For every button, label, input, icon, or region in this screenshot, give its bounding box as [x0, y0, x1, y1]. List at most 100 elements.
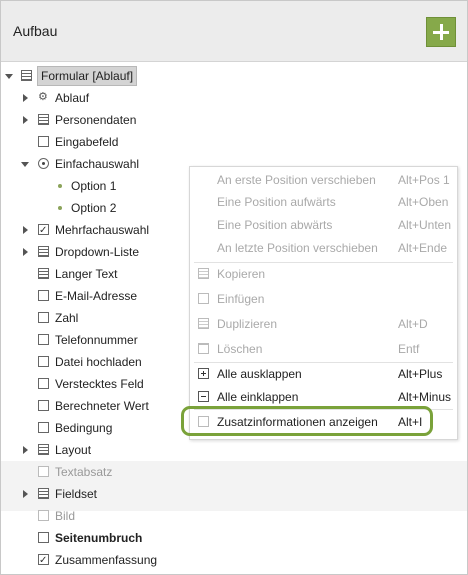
menu-item-collapse-all[interactable]: Alle einklappen Alt+Minus [190, 386, 457, 408]
tree-item-zusammenfassung[interactable]: Zusammenfassung [1, 549, 467, 572]
menu-item-move-last[interactable]: An letzte Position verschieben Alt+Ende [190, 237, 457, 259]
add-button[interactable] [426, 17, 456, 47]
paste-icon [198, 293, 209, 304]
expand-right-icon[interactable] [23, 446, 28, 454]
tree-item-label: Telefonnummer [55, 333, 138, 347]
workflow-icon: ⚙ [38, 91, 49, 103]
menu-item-shortcut: Alt+D [398, 317, 428, 331]
tree-item-label: Berechneter Wert [55, 399, 149, 413]
tree-item-label: Bedingung [55, 421, 113, 435]
tree-item-option-2[interactable]: Option 2 [1, 197, 181, 219]
tree-item-bild[interactable]: Bild [1, 505, 181, 527]
phone-icon [38, 334, 49, 345]
tree-item-zahl[interactable]: Zahl [1, 307, 181, 329]
radio-icon [38, 158, 49, 169]
menu-item-duplicate[interactable]: Duplizieren Alt+D [190, 313, 457, 335]
fieldset-icon [38, 488, 49, 499]
tree-item-bedingung[interactable]: Bedingung [1, 417, 181, 439]
tree-item-label: Eingabefeld [55, 135, 119, 149]
expand-right-icon[interactable] [23, 116, 28, 124]
tree-item-label: Datei hochladen [55, 355, 142, 369]
tree-item-label: Zusammenfassung [55, 553, 158, 567]
expand-right-icon[interactable] [23, 226, 28, 234]
fieldgroup-icon [38, 114, 49, 125]
menu-item-label: Eine Position aufwärts [217, 195, 336, 209]
menu-item-shortcut: Entf [398, 342, 420, 356]
tree-item-dropdown-liste[interactable]: Dropdown-Liste [1, 241, 181, 263]
menu-item-move-down[interactable]: Eine Position abwärts Alt+Unten [190, 214, 457, 236]
tree-item-label: Fieldset [55, 487, 98, 501]
tree-item-eingabefeld[interactable]: Eingabefeld [1, 131, 467, 153]
textfield-icon [38, 136, 49, 147]
number-icon [38, 312, 49, 323]
tree-item-verstecktes-feld[interactable]: Verstecktes Feld [1, 373, 181, 395]
collapse-all-icon [198, 391, 209, 402]
menu-item-label: Löschen [217, 342, 263, 356]
tree-item-seitenumbruch[interactable]: Seitenumbruch [1, 527, 467, 549]
expand-right-icon[interactable] [23, 248, 28, 256]
textarea-icon [38, 268, 49, 279]
tree-item-email[interactable]: E-Mail-Adresse [1, 285, 181, 307]
panel-title: Aufbau [13, 23, 58, 39]
expand-right-icon[interactable] [23, 490, 28, 498]
tree-item-label: Personendaten [55, 113, 137, 127]
menu-item-paste[interactable]: Einfügen [190, 288, 457, 310]
tree-item-label: Option 2 [71, 201, 117, 215]
tree-item-fieldset[interactable]: Fieldset [1, 483, 181, 505]
bullet-icon [58, 184, 62, 188]
menu-item-label: Alle ausklappen [217, 367, 302, 381]
expand-all-icon [198, 368, 209, 379]
tree-item-label: Seitenumbruch [55, 531, 143, 545]
tree-item-label: Formular [Ablauf] [37, 66, 138, 86]
menu-item-copy[interactable]: Kopieren [190, 263, 457, 285]
menu-item-expand-all[interactable]: Alle ausklappen Alt+Plus [190, 363, 457, 385]
hidden-field-icon [38, 378, 49, 389]
condition-icon [38, 422, 49, 433]
menu-item-shortcut: Alt+Unten [398, 218, 452, 232]
checkbox-icon [38, 220, 49, 242]
tree-item-label: Zahl [55, 311, 79, 325]
tree-item-option-1[interactable]: Option 1 [1, 175, 181, 197]
menu-item-label: Duplizieren [217, 317, 278, 331]
menu-item-move-up[interactable]: Eine Position aufwärts Alt+Oben [190, 191, 457, 213]
tree-item-textabsatz[interactable]: Textabsatz [1, 461, 181, 483]
plus-icon-vertical [440, 24, 443, 40]
menu-item-move-first[interactable]: An erste Position verschieben Alt+Pos 1 [190, 169, 457, 191]
tree-item-personendaten[interactable]: Personendaten [1, 109, 467, 131]
tree-item-label: Dropdown-Liste [55, 245, 140, 259]
expand-down-icon[interactable] [21, 162, 29, 167]
expand-down-icon[interactable] [5, 74, 13, 79]
image-icon [38, 510, 49, 521]
tree-item-label: Textabsatz [55, 465, 113, 479]
tree-item-mehrfachauswahl[interactable]: Mehrfachauswahl [1, 219, 181, 242]
menu-item-label: An letzte Position verschieben [217, 241, 378, 255]
expand-right-icon[interactable] [23, 94, 28, 102]
upload-icon [38, 356, 49, 367]
structure-panel: Aufbau Formular [Ablauf] ⚙ Ablauf Person… [0, 0, 468, 575]
tree-item-layout[interactable]: Layout [1, 439, 181, 461]
dropdown-icon [38, 246, 49, 257]
tree-item-langer-text[interactable]: Langer Text [1, 263, 181, 285]
menu-item-shortcut: Alt+Oben [398, 195, 449, 209]
tree-item-ablauf[interactable]: ⚙ Ablauf [1, 87, 467, 109]
menu-item-delete[interactable]: Löschen Entf [190, 338, 457, 360]
summary-icon [38, 550, 49, 572]
tree-item-datei-hochladen[interactable]: Datei hochladen [1, 351, 181, 373]
context-menu: An erste Position verschieben Alt+Pos 1 … [189, 166, 458, 440]
page-break-icon [38, 532, 49, 543]
menu-item-label: Einfügen [217, 292, 265, 306]
tree-item-berechneter-wert[interactable]: Berechneter Wert [1, 395, 181, 417]
tree-item-label: Langer Text [55, 267, 118, 281]
menu-item-label: Eine Position abwärts [217, 218, 333, 232]
tree-item-root[interactable]: Formular [Ablauf] [1, 65, 467, 87]
tree-item-label: Layout [55, 443, 92, 457]
tree-item-telefonnummer[interactable]: Telefonnummer [1, 329, 181, 351]
menu-item-label: An erste Position verschieben [217, 173, 376, 187]
bullet-icon [58, 206, 62, 210]
duplicate-icon [198, 318, 209, 329]
menu-item-shortcut: Alt+Pos 1 [398, 173, 450, 187]
menu-item-shortcut: Alt+Minus [398, 390, 452, 404]
tree-item-label: Ablauf [55, 91, 90, 105]
tree-item-label: Option 1 [71, 179, 117, 193]
tree-item-label: Bild [55, 509, 76, 523]
